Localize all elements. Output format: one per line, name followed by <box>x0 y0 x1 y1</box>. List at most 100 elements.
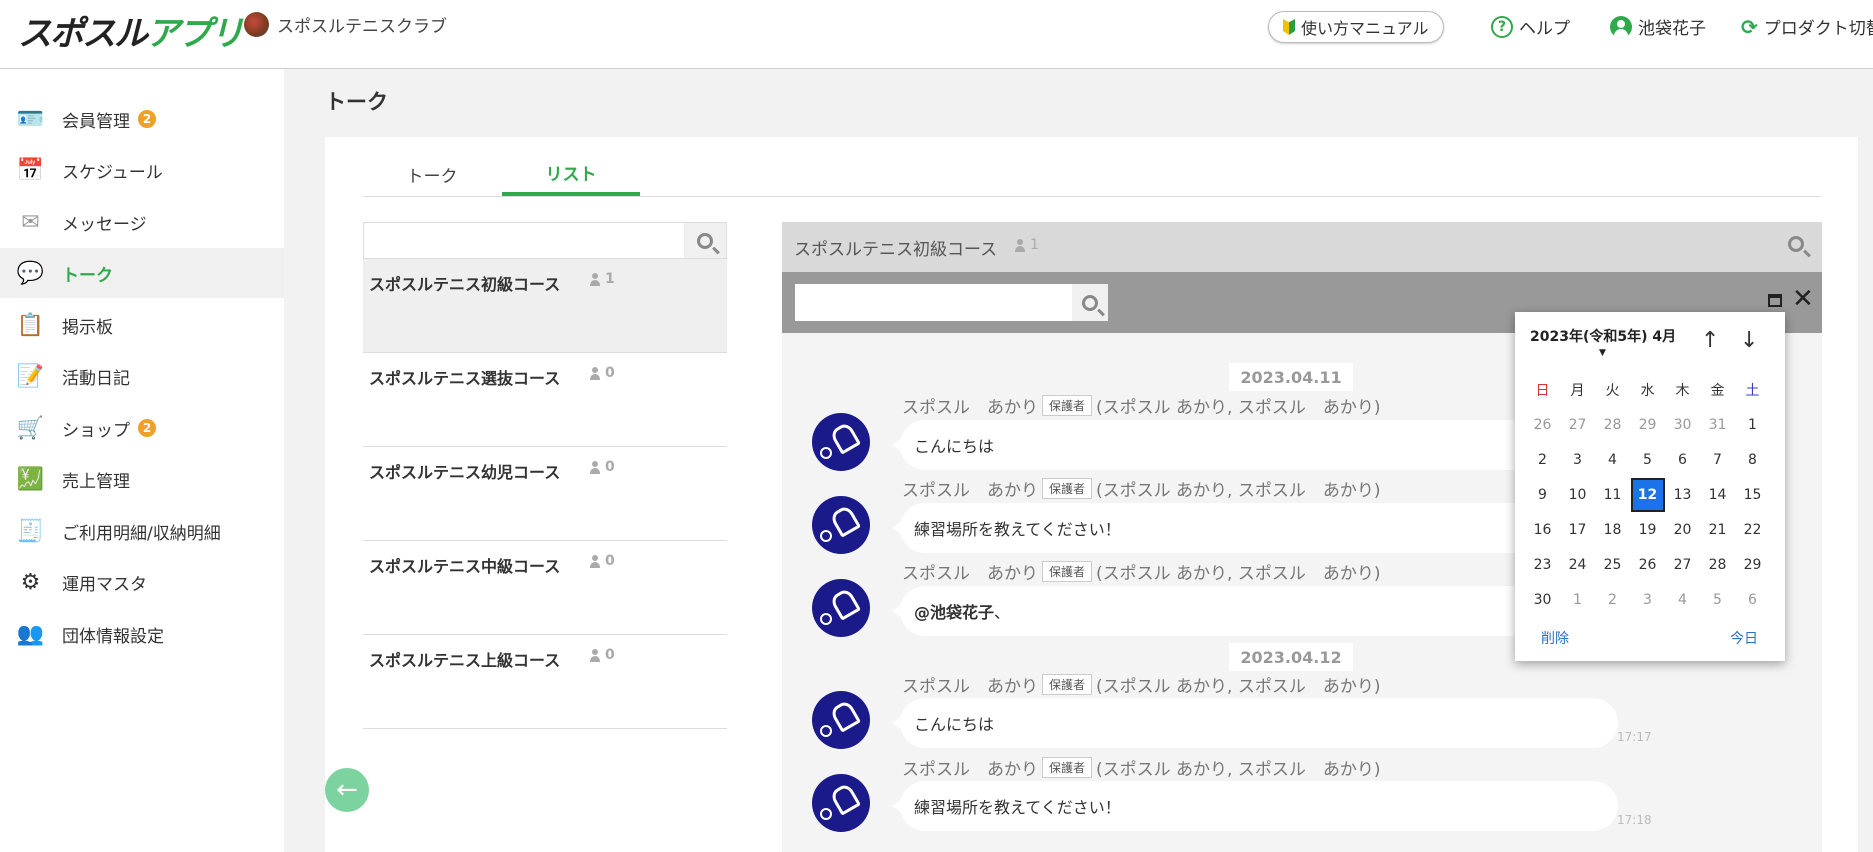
caret-down-icon[interactable]: ▼ <box>1599 348 1606 358</box>
calendar-day[interactable]: 5 <box>1700 582 1735 617</box>
calendar-day[interactable]: 6 <box>1665 442 1700 477</box>
sidebar-item-diary[interactable]: 📝 活動日記 <box>0 351 284 401</box>
calendar-day[interactable]: 27 <box>1560 407 1595 442</box>
chat-search-button[interactable] <box>1072 284 1108 321</box>
calendar-day[interactable]: 8 <box>1735 442 1770 477</box>
sidebar-item-shop[interactable]: 🛒 ショップ 2 <box>0 403 284 453</box>
avatar[interactable] <box>812 413 870 471</box>
message-bubble: こんにちは <box>892 420 1618 470</box>
calendar-day[interactable]: 1 <box>1735 407 1770 442</box>
sidebar-item-operation-master[interactable]: ⚙ 運用マスタ <box>0 557 284 607</box>
sender-detail: (スポスル あかり, スポスル あかり) <box>1096 398 1381 418</box>
help-link[interactable]: ? ヘルプ <box>1491 14 1570 39</box>
sidebar-item-members[interactable]: 🪪 会員管理 2 <box>0 94 284 144</box>
calendar-day[interactable]: 26 <box>1630 547 1665 582</box>
calendar-day[interactable]: 12 <box>1630 477 1665 512</box>
calendar-day[interactable]: 18 <box>1595 512 1630 547</box>
calendar-day[interactable]: 13 <box>1665 477 1700 512</box>
calendar-day[interactable]: 20 <box>1665 512 1700 547</box>
calendar-day[interactable]: 6 <box>1735 582 1770 617</box>
calendar-day[interactable]: 27 <box>1665 547 1700 582</box>
course-list-item[interactable]: スポスルテニス上級コース 0 <box>363 635 727 729</box>
calendar-day[interactable]: 3 <box>1630 582 1665 617</box>
message-bubble: 練習場所を教えてください！ <box>892 503 1618 553</box>
calendar-day[interactable]: 29 <box>1735 547 1770 582</box>
mention-text[interactable]: @池袋花子 <box>914 599 994 623</box>
back-button[interactable]: ← <box>325 768 369 812</box>
calendar-day[interactable]: 15 <box>1735 477 1770 512</box>
calendar-day[interactable]: 30 <box>1665 407 1700 442</box>
date-picker-title[interactable]: 2023年(令和5年) 4月 <box>1530 326 1676 346</box>
course-search-button[interactable] <box>684 223 726 258</box>
calendar-day[interactable]: 7 <box>1700 442 1735 477</box>
arrow-up-icon[interactable]: ↑ <box>1701 328 1719 353</box>
weekday-header: 水 <box>1640 382 1655 399</box>
sidebar-item-bulletin[interactable]: 📋 掲示板 <box>0 300 284 350</box>
role-tag: 保護者 <box>1042 478 1093 499</box>
sidebar-item-statements[interactable]: 🧾 ご利用明細/収納明細 <box>0 506 284 556</box>
people-icon <box>589 554 602 568</box>
sender-name: スポスル あかり <box>902 677 1038 697</box>
avatar[interactable] <box>812 774 870 832</box>
calendar-day[interactable]: 25 <box>1595 547 1630 582</box>
calendar-day[interactable]: 16 <box>1525 512 1560 547</box>
calendar-day[interactable]: 9 <box>1525 477 1560 512</box>
calendar-day[interactable]: 19 <box>1630 512 1665 547</box>
user-name: 池袋花子 <box>1638 19 1706 39</box>
sender-name: スポスル あかり <box>902 481 1038 501</box>
avatar[interactable] <box>812 579 870 637</box>
calendar-day[interactable]: 1 <box>1560 582 1595 617</box>
chat-search-toggle-icon[interactable] <box>1788 236 1804 252</box>
calendar-day[interactable]: 29 <box>1630 407 1665 442</box>
tab-talk[interactable]: トーク <box>363 152 501 196</box>
course-search-input[interactable] <box>364 223 684 258</box>
calendar-day[interactable]: 30 <box>1525 582 1560 617</box>
calendar-day[interactable]: 11 <box>1595 477 1630 512</box>
calendar-day[interactable]: 24 <box>1560 547 1595 582</box>
calendar-day[interactable]: 3 <box>1560 442 1595 477</box>
calendar-day[interactable]: 23 <box>1525 547 1560 582</box>
calendar-day[interactable]: 2 <box>1595 582 1630 617</box>
course-list-item[interactable]: スポスルテニス幼児コース 0 <box>363 447 727 541</box>
message-sender: スポスル あかり 保護者 (スポスル あかり, スポスル あかり) <box>902 393 1381 418</box>
calendar-day[interactable]: 5 <box>1630 442 1665 477</box>
sidebar-item-messages[interactable]: ✉ メッセージ <box>0 197 284 247</box>
calendar-day[interactable]: 28 <box>1700 547 1735 582</box>
clear-date-button[interactable]: 削除 <box>1541 628 1569 648</box>
arrow-left-icon: ← <box>336 775 358 805</box>
calendar-day[interactable]: 14 <box>1700 477 1735 512</box>
calendar-day[interactable]: 4 <box>1595 442 1630 477</box>
close-icon[interactable]: ✕ <box>1792 286 1814 312</box>
sidebar-item-sales[interactable]: 💹 売上管理 <box>0 454 284 504</box>
course-list-item[interactable]: スポスルテニス中級コース 0 <box>363 541 727 635</box>
calendar-day[interactable]: 28 <box>1595 407 1630 442</box>
app-logo[interactable]: スポスル アプリ <box>18 6 244 54</box>
arrow-down-icon[interactable]: ↓ <box>1740 328 1758 353</box>
user-menu[interactable]: 池袋花子 <box>1610 14 1706 39</box>
calendar-icon[interactable] <box>1768 294 1782 307</box>
avatar[interactable] <box>812 496 870 554</box>
calendar-day[interactable]: 22 <box>1735 512 1770 547</box>
today-button[interactable]: 今日 <box>1730 628 1758 648</box>
course-list-item[interactable]: スポスルテニス選抜コース 0 <box>363 353 727 447</box>
sidebar-item-talk[interactable]: 💬 トーク <box>0 248 284 298</box>
calendar-day[interactable]: 17 <box>1560 512 1595 547</box>
manual-button[interactable]: 使い方マニュアル <box>1268 11 1444 43</box>
calendar-day[interactable]: 26 <box>1525 407 1560 442</box>
club-selector[interactable]: スポスルテニスクラブ <box>244 12 447 37</box>
message-sender: スポスル あかり 保護者 (スポスル あかり, スポスル あかり) <box>902 476 1381 501</box>
date-separator: 2023.04.11 <box>1229 363 1353 391</box>
people-icon <box>589 648 602 662</box>
calendar-day[interactable]: 4 <box>1665 582 1700 617</box>
avatar[interactable] <box>812 691 870 749</box>
calendar-day[interactable]: 2 <box>1525 442 1560 477</box>
sidebar-item-schedule[interactable]: 📅 スケジュール <box>0 145 284 195</box>
chat-search-input[interactable] <box>795 284 1069 321</box>
sidebar-item-group-settings[interactable]: 👥 団体情報設定 <box>0 609 284 659</box>
calendar-day[interactable]: 31 <box>1700 407 1735 442</box>
calendar-day[interactable]: 21 <box>1700 512 1735 547</box>
tab-list[interactable]: リスト <box>502 152 640 196</box>
product-switch-link[interactable]: ⟳ プロダクト切替 <box>1741 14 1873 40</box>
calendar-day[interactable]: 10 <box>1560 477 1595 512</box>
course-list-item[interactable]: スポスルテニス初級コース 1 <box>363 259 727 353</box>
